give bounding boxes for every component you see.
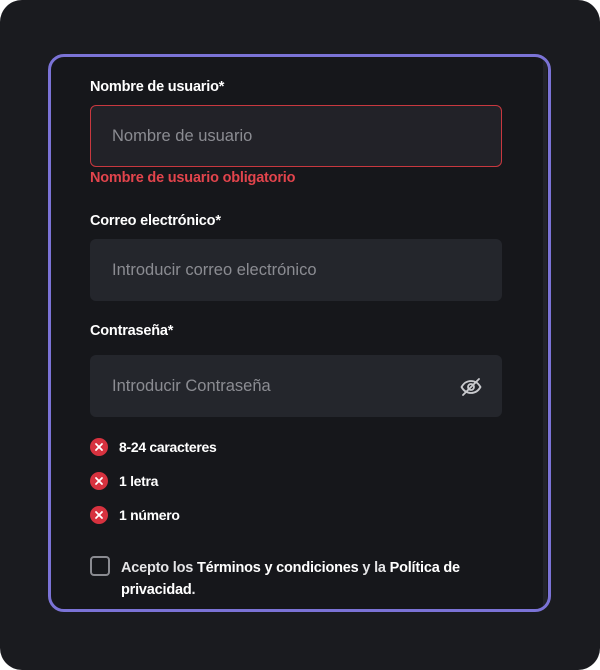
terms-text-part: Acepto los [121,560,197,576]
x-circle-icon [90,438,108,456]
password-field-wrapper [90,355,502,417]
requirement-number: 1 número [90,505,180,525]
requirement-length: 8-24 caracteres [90,437,217,457]
terms-text-part: . [191,582,196,598]
terms-checkbox[interactable] [90,556,110,576]
email-field-wrapper [90,239,502,301]
terms-text-part: y la [358,560,390,576]
email-label: Correo electrónico* [90,213,221,229]
password-label: Contraseña* [90,323,174,339]
requirement-letter: 1 letra [90,471,158,491]
username-label: Nombre de usuario* [90,79,225,95]
terms-link[interactable]: Términos y condiciones [197,560,359,576]
signup-card: Nombre de usuario* Nombre de usuario obl… [0,0,600,670]
eye-off-icon[interactable] [459,375,483,399]
username-input[interactable] [91,106,501,166]
terms-text: Acepto los Términos y condiciones y la P… [121,557,501,601]
password-input[interactable] [91,356,501,416]
username-error-message: Nombre de usuario obligatorio [90,170,296,186]
scrollbar-track[interactable] [543,57,547,609]
x-circle-icon [90,472,108,490]
requirement-text: 1 letra [119,473,159,489]
signup-form: Nombre de usuario* Nombre de usuario obl… [48,54,551,612]
username-field-wrapper [90,105,502,167]
email-input[interactable] [91,240,501,300]
requirement-text: 8-24 caracteres [119,439,217,455]
requirement-text: 1 número [119,507,180,523]
x-circle-icon [90,506,108,524]
